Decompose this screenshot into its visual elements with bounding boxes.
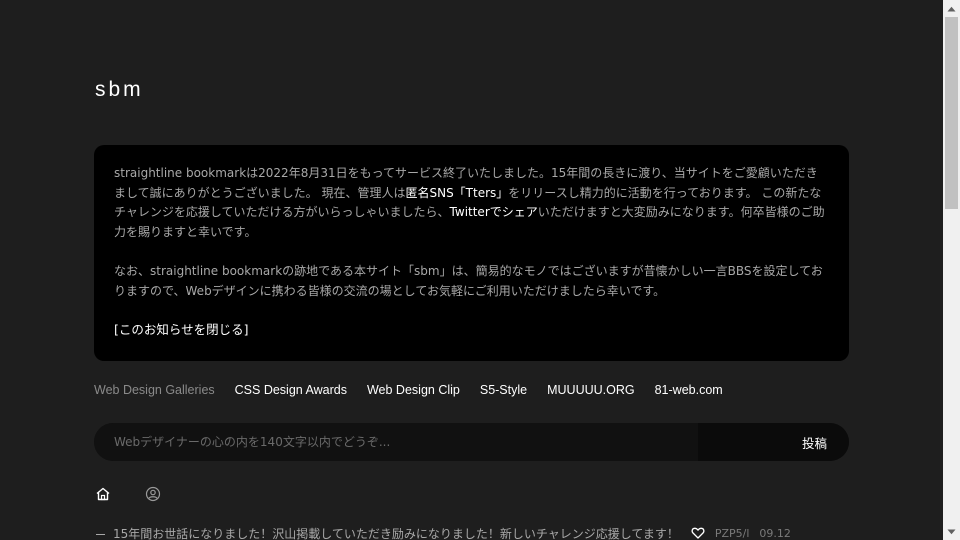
tters-link[interactable]: 匿名SNS「Tters」 bbox=[405, 186, 508, 200]
entry-text: 15年間お世話になりました！沢山掲載していただき励みになりました！新しいチャレン… bbox=[113, 526, 679, 540]
notice-paragraph-2: なお、straightline bookmarkの跡地である本サイト「sbm」は… bbox=[114, 263, 823, 298]
dash-icon bbox=[96, 533, 105, 535]
entry-date: 09.12 bbox=[759, 526, 791, 540]
service-end-notice: straightline bookmarkは2022年8月31日をもってサービス… bbox=[94, 145, 849, 361]
site-logo[interactable]: sbm bbox=[95, 78, 144, 102]
scroll-up-icon[interactable] bbox=[943, 0, 960, 17]
post-input[interactable] bbox=[94, 423, 698, 461]
home-icon[interactable] bbox=[95, 486, 111, 502]
post-form: 投稿 bbox=[94, 423, 849, 461]
scrollbar-thumb[interactable] bbox=[945, 17, 958, 209]
user-icon[interactable] bbox=[145, 486, 161, 502]
nav-web-design-galleries[interactable]: Web Design Galleries bbox=[94, 383, 215, 401]
entry-user-id: PZP5/l bbox=[714, 526, 750, 540]
heart-icon[interactable] bbox=[691, 526, 705, 540]
nav-s5-style[interactable]: S5-Style bbox=[480, 383, 527, 401]
notice-paragraph-1: straightline bookmarkは2022年8月31日をもってサービス… bbox=[114, 164, 829, 242]
nav-css-design-awards[interactable]: CSS Design Awards bbox=[235, 383, 347, 401]
list-item: 15年間お世話になりました！沢山掲載していただき励みになりました！新しいチャレン… bbox=[96, 524, 836, 540]
scroll-down-icon[interactable] bbox=[943, 523, 960, 540]
page: sbm straightline bookmarkは2022年8月31日をもって… bbox=[0, 0, 943, 540]
nav-web-design-clip[interactable]: Web Design Clip bbox=[367, 383, 460, 401]
vertical-scrollbar[interactable] bbox=[943, 0, 960, 540]
feed-tabs bbox=[95, 486, 161, 502]
nav-muuuuu-org[interactable]: MUUUUU.ORG bbox=[547, 383, 635, 401]
nav-81-web[interactable]: 81-web.com bbox=[655, 383, 723, 401]
twitter-share-link[interactable]: Twitterでシェア bbox=[450, 205, 538, 219]
post-submit-button[interactable]: 投稿 bbox=[698, 423, 849, 461]
close-notice-link[interactable]: [このお知らせを閉じる] bbox=[114, 320, 249, 340]
gallery-nav: Web Design Galleries CSS Design Awards W… bbox=[94, 383, 723, 401]
